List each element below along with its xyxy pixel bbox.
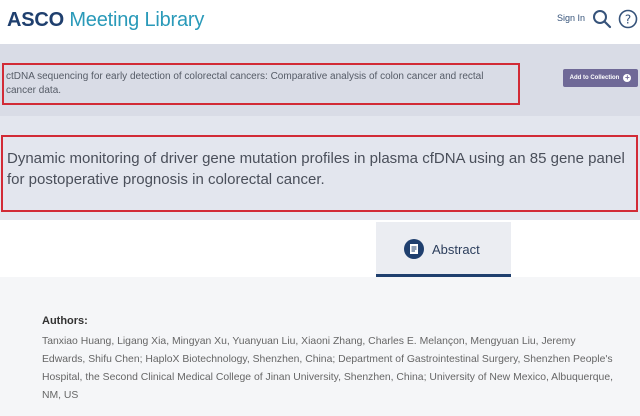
svg-text:?: ? xyxy=(625,13,631,27)
sign-in-link[interactable]: Sign In xyxy=(557,13,585,23)
abstract-title: Dynamic monitoring of driver gene mutati… xyxy=(7,150,625,188)
tab-abstract[interactable]: Abstract xyxy=(376,222,511,277)
search-icon[interactable] xyxy=(592,9,612,29)
authors-list: Tanxiao Huang, Ligang Xia, Mingyan Xu, Y… xyxy=(42,336,614,401)
logo-primary: ASCO xyxy=(7,9,64,31)
plus-icon: + xyxy=(623,73,632,82)
add-to-collection-label: Add to Collection xyxy=(569,75,620,81)
asco-logo[interactable]: ASCO Meeting Library xyxy=(7,9,204,32)
add-to-collection-button[interactable]: Add to Collection + xyxy=(563,69,638,87)
logo-secondary: Meeting Library xyxy=(69,9,205,31)
site-header: ASCO Meeting Library Sign In ? xyxy=(0,0,640,44)
authors-heading: Authors: xyxy=(42,315,88,327)
document-icon xyxy=(404,239,424,259)
session-title[interactable]: ctDNA sequencing for early detection of … xyxy=(6,70,516,98)
tab-abstract-label: Abstract xyxy=(432,242,480,257)
help-icon[interactable]: ? xyxy=(618,9,638,29)
